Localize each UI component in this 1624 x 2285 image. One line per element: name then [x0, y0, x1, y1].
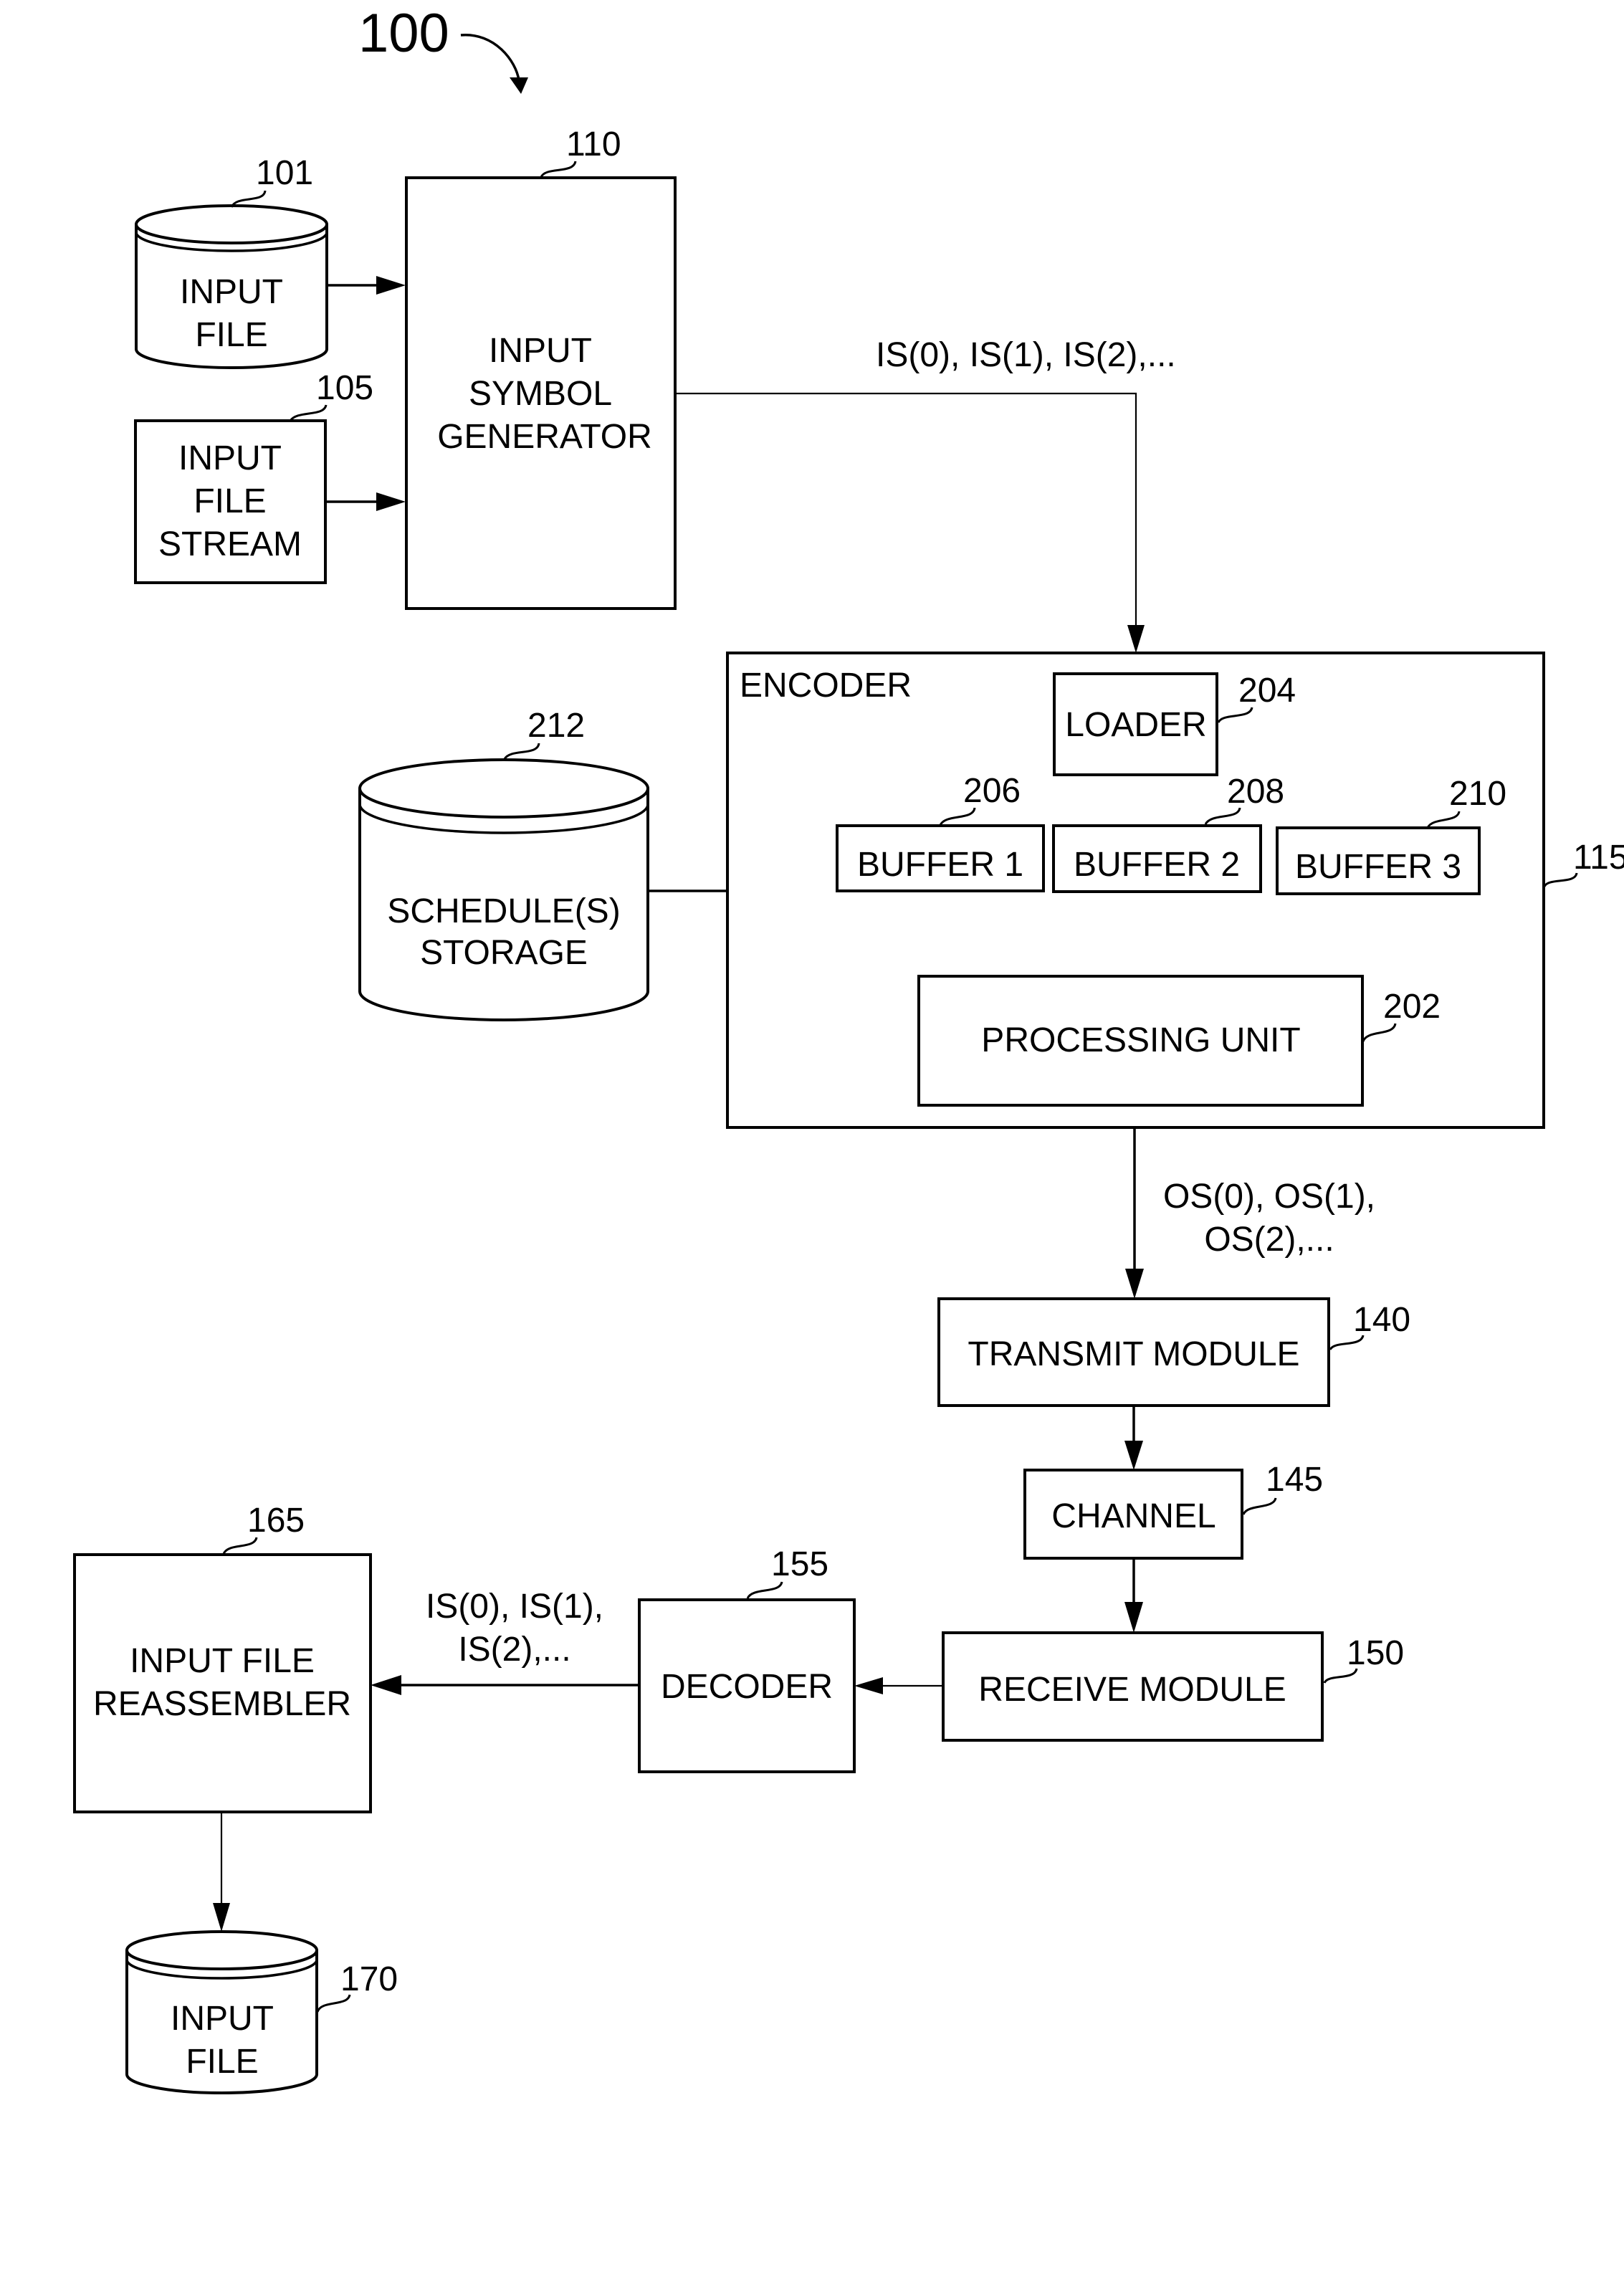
decoded-symbols-label-line2: IS(2),... — [458, 1631, 570, 1669]
input-file-stream-line1: INPUT — [178, 439, 282, 477]
cylinder-top — [135, 204, 328, 244]
arrowhead-right-icon — [376, 276, 406, 295]
leader-line-145 — [1242, 1497, 1277, 1515]
ref-numeral-110: 110 — [566, 125, 621, 163]
arrowhead-down-icon — [1124, 1602, 1143, 1633]
ref-numeral-115: 115 — [1573, 839, 1624, 877]
buffer-1-label: BUFFER 1 — [857, 846, 1023, 884]
ref-numeral-204: 204 — [1238, 672, 1296, 710]
channel-label: CHANNEL — [1051, 1497, 1215, 1535]
arrow-reassembler-to-output-file — [213, 1812, 230, 1932]
encoder-box: ENCODER 115 LOADER 204 BUFFER 1 206 BUFF… — [726, 652, 1624, 1129]
ref-numeral-150: 150 — [1347, 1634, 1404, 1672]
ref-numeral-170: 170 — [340, 1960, 398, 1998]
ref-numeral-145: 145 — [1266, 1461, 1323, 1499]
arrow-generator-to-encoder: IS(0), IS(1), IS(2),... — [675, 336, 1176, 653]
arrow-encoder-to-transmit: OS(0), OS(1), OS(2),... — [1125, 1127, 1375, 1299]
decoder-label: DECODER — [661, 1668, 833, 1706]
leader-line-115 — [1543, 872, 1578, 887]
system-diagram: 100 INPUT FILE 101 INPUT FILE STREAM 105… — [73, 3, 1624, 2094]
arrowhead-down-icon — [1124, 1441, 1143, 1470]
transmit-module-label: TRANSMIT MODULE — [968, 1335, 1299, 1373]
ref-numeral-165: 165 — [247, 1502, 305, 1540]
decoded-symbols-label-line1: IS(0), IS(1), — [426, 1588, 603, 1626]
input-file-reassembler-box: INPUT FILE REASSEMBLER 165 — [73, 1502, 372, 1813]
input-file-label-line1: INPUT — [180, 273, 283, 311]
cylinder-top — [125, 1930, 318, 1970]
input-file-stream-box: INPUT FILE STREAM 105 — [134, 369, 373, 584]
input-file-stream-line2: FILE — [194, 482, 266, 520]
buffer-3-label: BUFFER 3 — [1295, 848, 1461, 886]
ref-numeral-206: 206 — [963, 772, 1021, 810]
ref-numeral-202: 202 — [1383, 988, 1441, 1026]
output-symbols-label-line1: OS(0), OS(1), — [1163, 1178, 1375, 1216]
input-file-cylinder: INPUT FILE 101 — [135, 154, 328, 369]
buffer-2-label: BUFFER 2 — [1074, 846, 1240, 884]
ref-numeral-210: 210 — [1449, 775, 1506, 813]
output-input-file-cylinder: INPUT FILE 170 — [125, 1930, 398, 2094]
leader-line-105 — [289, 404, 328, 422]
loader-label: LOADER — [1065, 706, 1206, 744]
figure-number: 100 — [358, 3, 449, 64]
ref-numeral-155: 155 — [771, 1545, 828, 1583]
ref-numeral-208: 208 — [1227, 773, 1284, 811]
schedule-storage-line1: SCHEDULE(S) — [387, 892, 620, 930]
input-symbols-label: IS(0), IS(1), IS(2),... — [876, 336, 1176, 374]
generator-label-line2: SYMBOL — [469, 375, 612, 413]
input-symbol-generator-box: INPUT SYMBOL GENERATOR 110 — [405, 125, 677, 610]
receive-module-box: RECEIVE MODULE 150 — [942, 1631, 1404, 1742]
ref-numeral-212: 212 — [527, 707, 585, 745]
generator-label-line3: GENERATOR — [437, 418, 652, 456]
leader-line-110 — [540, 161, 577, 178]
leader-line-155 — [746, 1581, 783, 1599]
generator-label-line1: INPUT — [489, 332, 592, 370]
arrow-input-file-to-generator — [327, 276, 406, 295]
leader-line-212 — [503, 743, 540, 760]
output-symbols-label-line2: OS(2),... — [1204, 1221, 1334, 1259]
decoder-box: DECODER 155 — [638, 1545, 856, 1773]
output-input-file-line1: INPUT — [171, 2000, 274, 2038]
ref-numeral-105: 105 — [316, 369, 373, 407]
schedule-storage-line2: STORAGE — [420, 934, 588, 972]
arrowhead-down-icon — [1127, 625, 1145, 653]
arrow-channel-to-receive — [1124, 1558, 1143, 1633]
arrow-transmit-to-channel — [1124, 1406, 1143, 1470]
arrow-receive-to-decoder — [854, 1677, 943, 1694]
input-file-label-line2: FILE — [195, 316, 267, 354]
figure-pointer-arrowhead — [510, 77, 528, 94]
arrowhead-left-icon — [854, 1677, 883, 1694]
arrowhead-right-icon — [376, 492, 406, 511]
arrowhead-down-icon — [213, 1903, 230, 1932]
processing-unit-label: PROCESSING UNIT — [981, 1021, 1300, 1059]
input-file-reassembler-rect — [73, 1553, 372, 1813]
leader-line-165 — [222, 1537, 258, 1555]
arrow-decoder-to-reassembler: IS(0), IS(1), IS(2),... — [371, 1588, 639, 1695]
reassembler-label-line2: REASSEMBLER — [93, 1685, 351, 1723]
figure-label: 100 — [358, 3, 528, 94]
connector-line — [675, 392, 1137, 631]
ref-numeral-140: 140 — [1353, 1301, 1410, 1339]
ref-numeral-101: 101 — [256, 154, 313, 192]
receive-module-label: RECEIVE MODULE — [978, 1671, 1286, 1709]
arrowhead-down-icon — [1125, 1269, 1144, 1299]
processing-unit-box: PROCESSING UNIT 202 — [917, 975, 1441, 1107]
schedule-storage-cylinder: SCHEDULE(S) STORAGE 212 — [358, 707, 649, 1021]
input-file-stream-line3: STREAM — [158, 525, 302, 563]
transmit-module-box: TRANSMIT MODULE 140 — [937, 1297, 1410, 1407]
cylinder-top — [358, 758, 649, 819]
output-input-file-line2: FILE — [186, 2043, 258, 2081]
arrowhead-left-icon — [371, 1675, 401, 1695]
encoder-title: ENCODER — [740, 667, 912, 705]
channel-box: CHANNEL 145 — [1023, 1461, 1323, 1560]
reassembler-label-line1: INPUT FILE — [130, 1642, 315, 1680]
figure-pointer-arrow-line — [460, 34, 520, 81]
arrow-stream-to-generator — [325, 492, 406, 511]
